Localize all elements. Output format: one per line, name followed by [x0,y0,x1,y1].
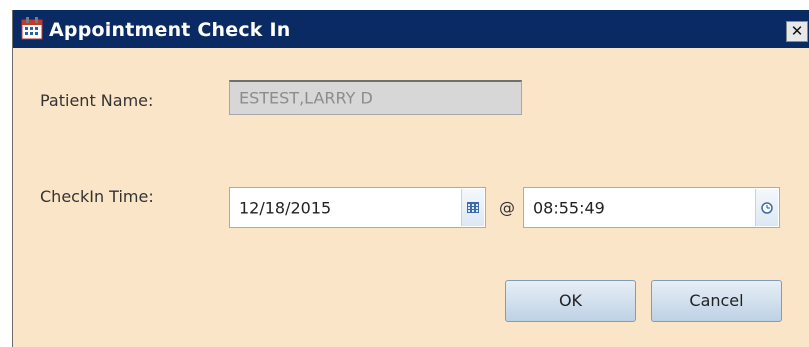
time-picker-button[interactable] [755,189,778,226]
checkin-time-value[interactable]: 08:55:49 [533,198,605,217]
cancel-button[interactable]: Cancel [651,280,782,322]
checkin-time-input[interactable]: 08:55:49 [523,187,780,228]
appointment-check-in-dialog: Appointment Check In ✕ Patient Name: EST… [12,10,809,347]
ok-button[interactable]: OK [505,280,636,322]
at-separator: @ [499,198,515,217]
clock-icon[interactable] [761,201,773,214]
title-bar: Appointment Check In ✕ [13,10,809,48]
checkin-time-label: CheckIn Time: [40,187,154,206]
calendar-grid-icon[interactable] [467,202,479,213]
close-button[interactable]: ✕ [786,21,808,42]
checkin-date-value[interactable]: 12/18/2015 [239,198,331,217]
patient-name-value: ESTEST,LARRY D [239,88,373,108]
window-title: Appointment Check In [49,19,291,41]
checkin-date-input[interactable]: 12/18/2015 [229,187,486,228]
calendar-app-icon [21,17,43,40]
patient-name-field: ESTEST,LARRY D [229,80,522,115]
close-icon[interactable]: ✕ [791,22,804,40]
date-picker-button[interactable] [461,189,484,226]
patient-name-label: Patient Name: [40,91,154,110]
